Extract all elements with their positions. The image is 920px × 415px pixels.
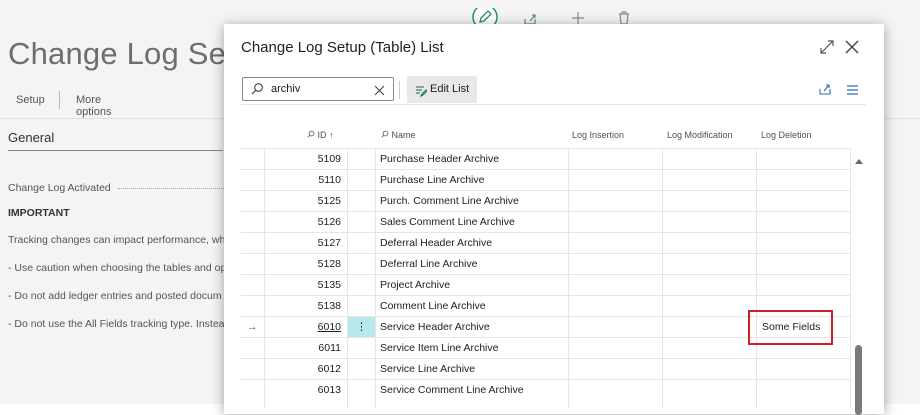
table-row[interactable]: 5127 Deferral Header Archive [241,232,851,254]
table-cell-id[interactable]: 6011 [265,338,341,359]
table-row[interactable]: 5125 Purch. Comment Line Archive [241,190,851,212]
share-icon[interactable] [818,82,832,101]
table-row[interactable]: 5128 Deferral Line Archive [241,253,851,275]
table-cell-id[interactable]: 6013 [265,380,341,401]
table-cell-name[interactable]: Deferral Line Archive [380,254,477,275]
table-row[interactable]: 6013 Service Comment Line Archive [241,379,851,401]
tab-divider [59,91,60,109]
search-icon [250,82,264,101]
highlight-annotation-box [748,310,833,345]
scroll-up-icon[interactable] [854,152,864,170]
dialog-title: Change Log Setup (Table) List [241,39,444,56]
row-actions-menu-button[interactable]: ⋮ [348,317,375,338]
tab-setup[interactable]: Setup [16,94,45,106]
table-cell-id[interactable]: 5125 [265,191,341,212]
column-header-log-modification[interactable]: Log Modification [667,130,733,140]
search-box[interactable]: archiv [242,77,394,101]
table-cell-name[interactable]: Service Comment Line Archive [380,380,524,401]
table-cell-name[interactable]: Purchase Header Archive [380,149,499,170]
table-cell-id[interactable]: 5135 [265,275,341,296]
change-log-setup-dialog: Change Log Setup (Table) List archiv Edi… [224,24,884,415]
table-row[interactable]: 6012 Service Line Archive [241,358,851,380]
column-header-log-insertion[interactable]: Log Insertion [572,130,624,140]
table-cell-id[interactable]: 6012 [265,359,341,380]
section-underline [8,150,223,151]
clear-search-icon[interactable] [374,83,385,101]
column-header-name[interactable]: Name [381,130,416,140]
filter-search-icon [381,130,389,138]
important-label: IMPORTANT [8,207,70,219]
table-cell-name[interactable]: Purchase Line Archive [380,170,484,191]
table-cell-id[interactable]: 6010 [265,317,341,338]
section-title-general[interactable]: General [8,130,54,145]
table-cell-id[interactable]: 5109 [265,149,341,170]
toolbar-divider [399,81,400,99]
vertical-scrollbar[interactable] [852,148,866,415]
table-row[interactable]: 5110 Purchase Line Archive [241,169,851,191]
field-label-change-log-activated: Change Log Activated [8,182,111,194]
edit-list-button[interactable]: Edit List [407,76,477,103]
column-header-id-label: ID [317,130,327,140]
sort-ascending-icon: ↑ [329,130,334,140]
info-line: Tracking changes can impact performance,… [8,234,228,246]
tab-more-options[interactable]: More options [76,94,111,118]
info-line: - Use caution when choosing the tables a… [8,262,227,274]
current-row-arrow-icon: → [247,321,258,333]
table-cell-name[interactable]: Service Line Archive [380,359,475,380]
edit-list-label: Edit List [430,83,470,95]
dialog-toolbar: archiv Edit List [241,76,866,105]
table-cell-name[interactable]: Project Archive [380,275,450,296]
expand-icon[interactable] [818,38,836,56]
info-line: - Do not add ledger entries and posted d… [8,290,222,302]
table-cell-name[interactable]: Sales Comment Line Archive [380,212,515,233]
column-header-id[interactable]: ID ↑ [307,130,334,140]
table-header: ID ↑ Name Log Insertion Log Modification… [241,124,851,148]
table-cell-id[interactable]: 5138 [265,296,341,317]
search-input[interactable]: archiv [271,83,300,95]
table-row[interactable]: 5109 Purchase Header Archive [241,148,851,170]
table-row[interactable]: 5135 Project Archive [241,274,851,296]
table-cell-name[interactable]: Service Item Line Archive [380,338,498,359]
table-row[interactable]: 5126 Sales Comment Line Archive [241,211,851,233]
filter-search-icon [307,130,315,138]
table-cell-name[interactable]: Deferral Header Archive [380,233,492,254]
close-icon[interactable] [843,38,861,56]
list-view-icon[interactable] [846,83,859,101]
scrollbar-thumb[interactable] [855,345,862,415]
field-leader-dots [118,188,228,189]
table-cell-name[interactable]: Comment Line Archive [380,296,486,317]
table-cell-id[interactable]: 5110 [265,170,341,191]
table-cell-name[interactable]: Purch. Comment Line Archive [380,191,519,212]
info-line: - Do not use the All Fields tracking typ… [8,318,225,330]
edit-list-icon [415,84,428,102]
table-cell-id[interactable]: 5127 [265,233,341,254]
table-cell-name[interactable]: Service Header Archive [380,317,490,338]
column-header-name-label: Name [391,130,416,140]
page-title: Change Log Setu [8,36,253,71]
table-cell-id[interactable]: 5126 [265,212,341,233]
column-header-log-deletion[interactable]: Log Deletion [761,130,812,140]
table-cell-id[interactable]: 5128 [265,254,341,275]
